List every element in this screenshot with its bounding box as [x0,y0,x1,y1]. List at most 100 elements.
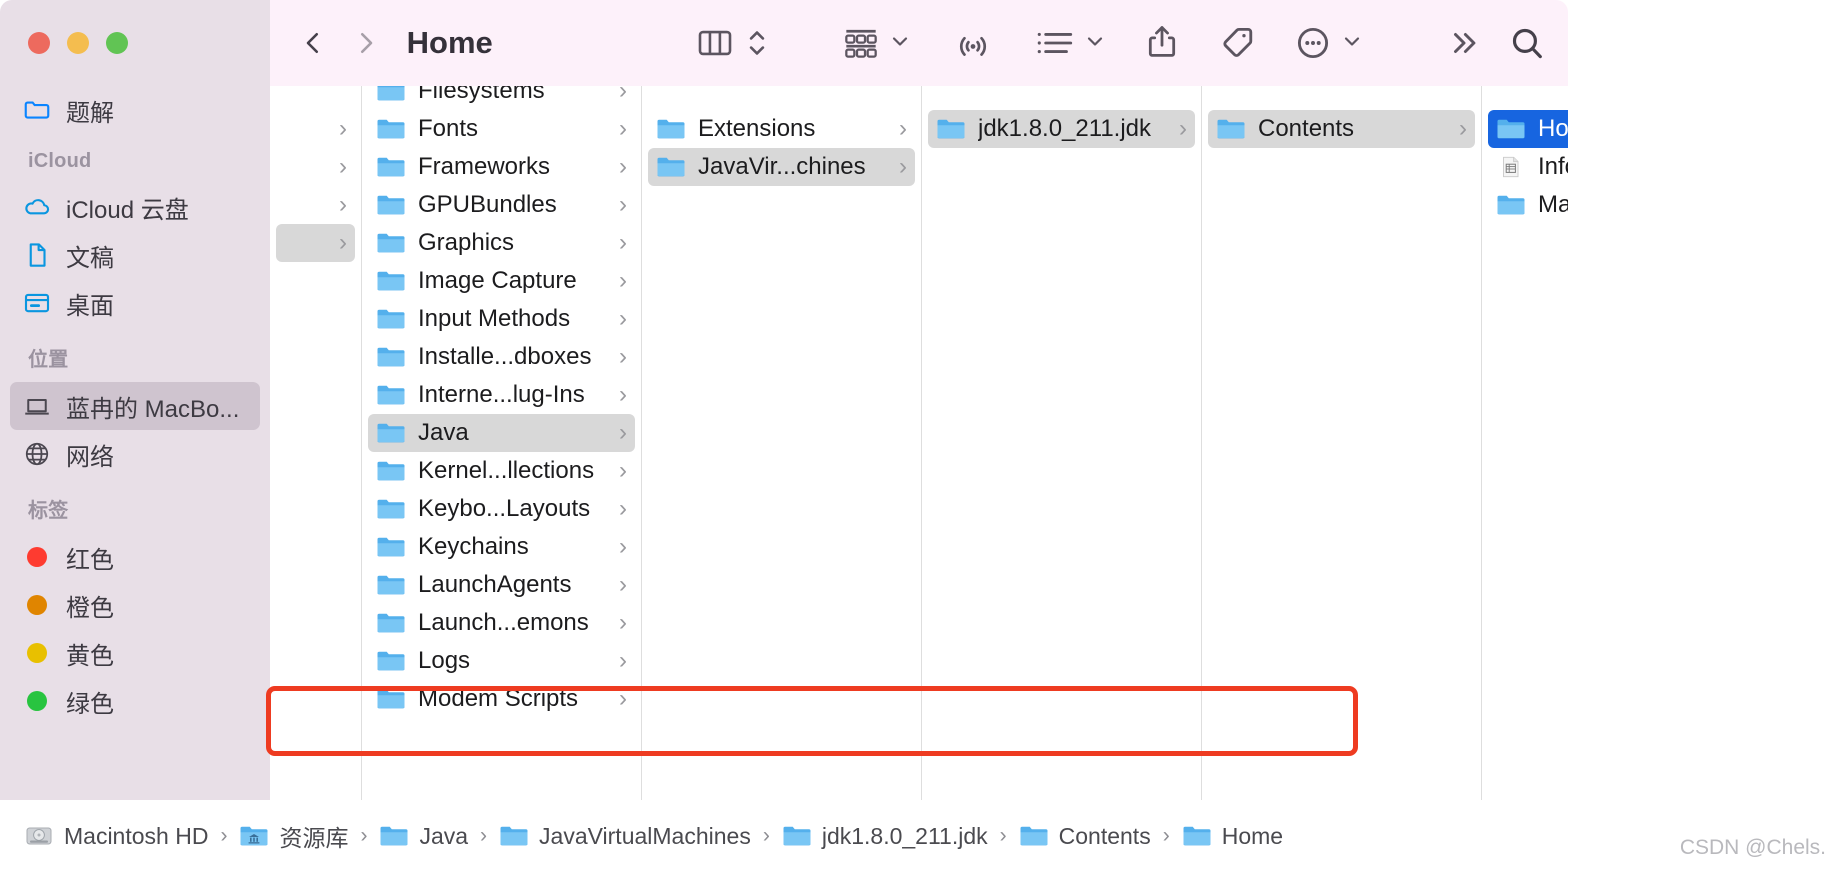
list-item[interactable]: jdk1.8.0_211.jdk › [928,110,1195,148]
chevron-down-icon[interactable] [1083,29,1107,58]
folder-icon [376,269,406,293]
list-item[interactable]: Installe...dboxes › [368,338,635,376]
list-item[interactable]: Home [1488,110,1568,148]
list-item[interactable]: Kernel...llections › [368,452,635,490]
breadcrumb-item-jdk[interactable]: jdk1.8.0_211.jdk [782,823,988,850]
sidebar-item-label: 红色 [66,546,114,574]
column-jdk: Contents › [1202,86,1482,800]
list-item[interactable]: › [276,224,355,262]
list-item-label: Logs [418,647,471,674]
forward-button[interactable] [339,15,392,71]
list-item[interactable]: Info.plist [1488,148,1568,186]
sidebar-item-tijie[interactable]: 题解 [10,86,260,134]
list-item[interactable]: Fonts › [368,110,635,148]
close-button[interactable] [28,32,50,54]
chevron-right-icon: › [619,609,627,636]
sidebar-item-documents[interactable]: 文稿 [10,231,260,279]
more-group[interactable] [1294,24,1364,62]
sidebar-item-tag-orange[interactable]: 橙色 [10,581,260,629]
breadcrumb-item-home[interactable]: Home [1182,823,1283,850]
arrange-list-icon[interactable] [1035,27,1075,59]
folder-icon [376,497,406,521]
breadcrumb-item-javavirtualmachines[interactable]: JavaVirtualMachines [499,823,751,850]
folder-icon [499,823,529,849]
list-item[interactable]: Contents › [1208,110,1475,148]
list-item-label: LaunchAgents [418,571,572,598]
sidebar: 题解 iCloud iCloud 云盘 文稿 桌面 位置 蓝冉的 MacBo..… [0,0,270,800]
sidebar-item-desktop[interactable]: 桌面 [10,279,260,327]
sidebar-group-locations-title: 位置 [28,349,69,371]
list-item-label: Filesystems [418,86,545,104]
minimize-button[interactable] [67,32,89,54]
list-item[interactable]: Graphics › [368,224,635,262]
breadcrumb-item-library[interactable]: 资源库 [239,819,348,853]
chevron-down-icon[interactable] [888,29,912,58]
folder-icon [376,231,406,255]
sidebar-item-label: iCloud 云盘 [66,196,189,224]
list-item[interactable]: Input Methods › [368,300,635,338]
list-item[interactable]: JavaVir...chines › [648,148,915,186]
folder-icon [1496,193,1526,217]
toolbar-overflow-button[interactable] [1447,26,1481,60]
column-contents: Home Info.plist MacOS [1482,86,1568,800]
list-item[interactable]: Modem Scripts › [368,680,635,718]
list-item[interactable]: GPUBundles › [368,186,635,224]
list-item[interactable]: Logs › [368,642,635,680]
airdrop-button[interactable] [954,24,992,62]
window-title: Home [406,25,493,60]
list-item[interactable]: › [276,110,355,148]
list-item[interactable]: Extensions › [648,110,915,148]
sidebar-item-network[interactable]: 网络 [10,430,260,478]
sidebar-item-tag-yellow[interactable]: 黄色 [10,629,260,677]
share-button[interactable] [1145,24,1179,62]
list-item-label: Contents [1258,115,1355,142]
sidebar-item-tag-green[interactable]: 绿色 [10,677,260,725]
maximize-button[interactable] [106,32,128,54]
list-item[interactable]: MacOS [1488,186,1568,224]
breadcrumb-item-macintosh-hd[interactable]: Macintosh HD [24,823,208,850]
list-item[interactable]: › [276,148,355,186]
list-item[interactable]: Keybo...Layouts › [368,490,635,528]
arrange-group[interactable] [1035,27,1107,59]
chevron-right-icon: › [619,115,627,142]
sidebar-item-tag-red[interactable]: 红色 [10,533,260,581]
sidebar-item-label: 橙色 [66,594,114,622]
list-item[interactable]: Image Capture › [368,262,635,300]
list-item[interactable]: Filesystems › [368,86,635,110]
laptop-icon [22,391,52,421]
column-view-button[interactable] [697,28,733,58]
list-item[interactable]: LaunchAgents › [368,566,635,604]
back-button[interactable] [286,15,339,71]
list-item-label: Java [418,419,469,446]
list-item-label: Modem Scripts [418,685,579,712]
more-button[interactable] [1294,24,1332,62]
search-icon[interactable] [1508,24,1546,62]
group-by-group[interactable] [842,27,912,59]
sidebar-item-icloud-drive[interactable]: iCloud 云盘 [10,183,260,231]
column-javavirtualmachines: jdk1.8.0_211.jdk › [922,86,1202,800]
view-stepper-button[interactable] [747,26,767,60]
folder-icon [376,345,406,369]
sidebar-item-macbook[interactable]: 蓝冉的 MacBo... [10,382,260,430]
globe-icon [22,439,52,469]
list-item-label: Frameworks [418,153,551,180]
list-item[interactable]: Interne...lug-Ins › [368,376,635,414]
column-browser: › › › › Filesystems › Fonts › Frameworks… [270,86,1568,800]
tags-button[interactable] [1218,24,1256,62]
list-item[interactable]: › [276,186,355,224]
chevron-down-icon[interactable] [1340,29,1364,58]
folder-icon [379,823,409,849]
list-item[interactable]: Launch...emons › [368,604,635,642]
chevron-right-icon: › [619,457,627,484]
list-item[interactable]: Frameworks › [368,148,635,186]
chevron-right-icon: › [619,495,627,522]
breadcrumb-item-contents[interactable]: Contents [1019,823,1151,850]
sidebar-list: 题解 iCloud iCloud 云盘 文稿 桌面 位置 蓝冉的 MacBo..… [0,86,270,725]
list-item-label: Info.plist [1538,153,1568,180]
group-by-icon[interactable] [842,27,880,59]
breadcrumb-separator: › [999,824,1007,847]
list-item[interactable]: Keychains › [368,528,635,566]
list-item[interactable]: Java › [368,414,635,452]
desktop-icon [22,288,52,318]
breadcrumb-item-java[interactable]: Java [379,823,468,850]
